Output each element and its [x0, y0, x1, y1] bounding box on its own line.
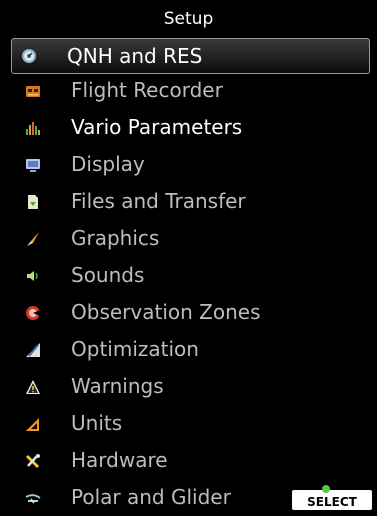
sounds-icon	[27, 271, 38, 281]
menu-item-label: QNH and RES	[67, 44, 203, 68]
menu-item-label: Vario Parameters	[71, 115, 243, 139]
menu-item-label: Warnings	[71, 374, 164, 398]
menu-item-label: Display	[71, 152, 145, 176]
menu-item-label: Sounds	[71, 263, 145, 287]
menu-item-label: Observation Zones	[71, 300, 261, 324]
menu-item-optimization[interactable]: Optimization	[14, 331, 372, 368]
menu-item-label: Units	[71, 411, 123, 435]
setup-menu: QNH and RES Flight Recorder Vario Parame…	[0, 0, 377, 509]
files-icon	[28, 195, 38, 209]
menu-item-label: Flight Recorder	[71, 78, 223, 102]
menu-item-sounds[interactable]: Sounds	[14, 257, 372, 294]
polar-glider-icon	[25, 494, 41, 504]
menu-item-label: Optimization	[71, 337, 199, 361]
checkmark-icon	[322, 485, 330, 493]
menu-item-files-and-transfer[interactable]: Files and Transfer	[14, 183, 372, 220]
menu-item-qnh-and-res[interactable]: QNH and RES	[11, 38, 370, 74]
graphics-icon	[27, 232, 39, 246]
hardware-icon	[25, 454, 40, 469]
select-softkey[interactable]: SELECT	[292, 485, 372, 510]
qnh-icon	[22, 49, 36, 63]
menu-item-graphics[interactable]: Graphics	[14, 220, 372, 257]
menu-item-vario-parameters[interactable]: Vario Parameters	[14, 109, 372, 146]
menu-item-units[interactable]: Units	[14, 405, 372, 442]
optimization-icon	[26, 343, 40, 357]
units-icon	[26, 418, 39, 431]
menu-item-observation-zones[interactable]: Observation Zones	[14, 294, 372, 331]
menu-item-label: Files and Transfer	[71, 189, 246, 213]
warnings-icon	[26, 380, 40, 394]
menu-item-hardware[interactable]: Hardware	[14, 442, 372, 479]
softkey-label: SELECT	[307, 495, 357, 509]
menu-item-label: Graphics	[71, 226, 160, 250]
menu-item-warnings[interactable]: Warnings	[14, 368, 372, 405]
vario-icon	[26, 122, 40, 135]
flight-recorder-icon	[26, 86, 40, 97]
menu-item-label: Polar and Glider	[71, 485, 231, 509]
display-icon	[26, 159, 40, 172]
menu-item-display[interactable]: Display	[14, 146, 372, 183]
menu-item-label: Hardware	[71, 448, 168, 472]
observation-zones-icon	[26, 306, 40, 320]
menu-item-flight-recorder[interactable]: Flight Recorder	[14, 72, 372, 109]
